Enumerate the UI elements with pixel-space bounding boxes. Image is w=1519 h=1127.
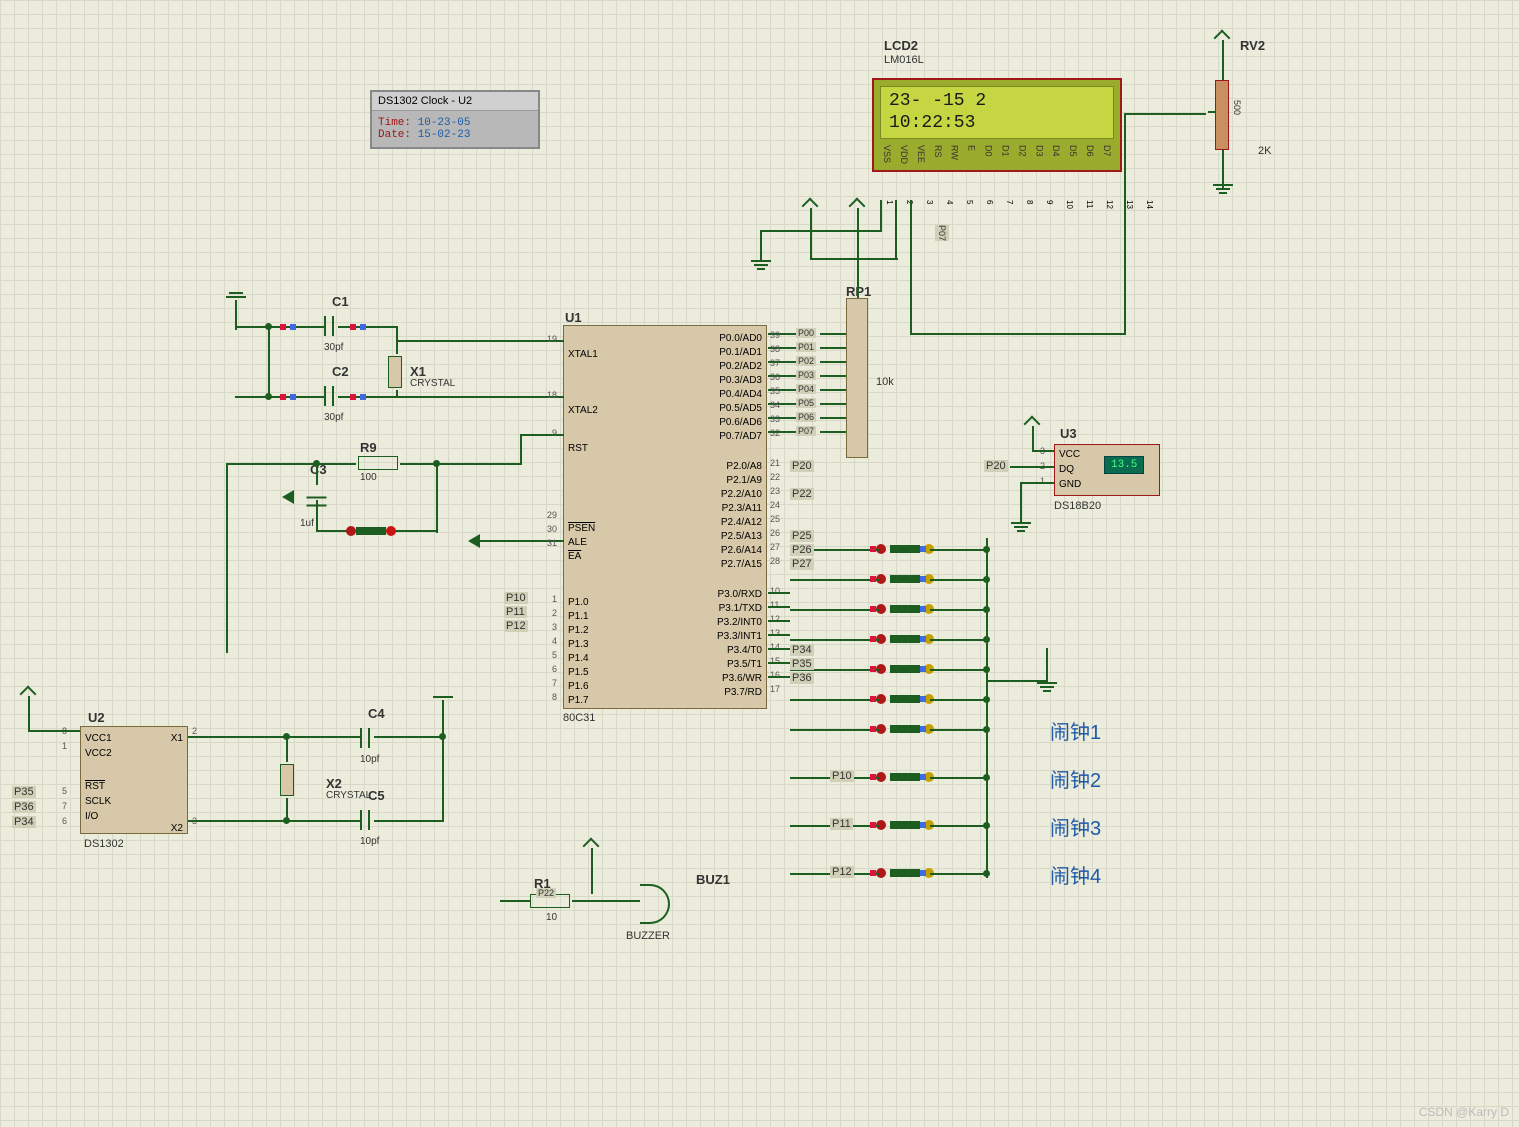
c4-ref: C4 bbox=[368, 706, 385, 721]
c1-val: 30pf bbox=[324, 342, 343, 353]
resistor-pack-rp1[interactable] bbox=[846, 298, 868, 458]
rv2-val: 2K bbox=[1258, 145, 1271, 157]
c1-ref: C1 bbox=[332, 294, 349, 309]
u1-ref: U1 bbox=[565, 310, 582, 325]
net-p27: P27 bbox=[790, 558, 814, 570]
alarm-2: 闹钟2 bbox=[1050, 764, 1101, 793]
u1-part: 80C31 bbox=[563, 712, 595, 724]
c3-val: 1uf bbox=[300, 518, 314, 529]
gnd-x2 bbox=[433, 696, 453, 698]
gnd-u3 bbox=[1011, 522, 1031, 524]
schematic-canvas: DS1302 Clock - U2 Time: 10-23-05 Date: 1… bbox=[0, 0, 1519, 1127]
lcd-part: LM016L bbox=[884, 54, 924, 66]
debug-title: DS1302 Clock - U2 bbox=[372, 92, 538, 111]
c4-val: 10pf bbox=[360, 754, 379, 765]
capacitor-c4[interactable] bbox=[360, 728, 370, 751]
lcd-screen: 23- -15 2 10:22:53 bbox=[880, 86, 1114, 139]
gnd-arrow-ea bbox=[468, 534, 480, 548]
lcd-component[interactable]: 23- -15 2 10:22:53 VSSVDDVEERSRWED0D1D2D… bbox=[872, 78, 1122, 172]
buz-part: BUZZER bbox=[626, 930, 670, 942]
x2-part: CRYSTAL bbox=[326, 790, 371, 801]
lcd-pinnum-row: 1234567891011121314 bbox=[878, 200, 1154, 209]
time-label: Time: bbox=[378, 117, 411, 129]
net-p11: P11 bbox=[504, 606, 527, 618]
buzzer-component[interactable] bbox=[640, 884, 670, 924]
capacitor-c2[interactable] bbox=[324, 386, 334, 409]
u2-ref: U2 bbox=[88, 710, 105, 725]
net-p01: P01 bbox=[796, 342, 816, 352]
c2-ref: C2 bbox=[332, 364, 349, 379]
gnd-arrow-c3 bbox=[282, 490, 294, 504]
net-p12: P12 bbox=[504, 620, 528, 632]
capacitor-c3[interactable] bbox=[304, 497, 327, 507]
alarm-4: 闹钟4 bbox=[1050, 860, 1101, 889]
net-p36: P36 bbox=[12, 801, 36, 813]
u3-part: DS18B20 bbox=[1054, 500, 1101, 512]
c2-val: 30pf bbox=[324, 412, 343, 423]
net-p20: P20 bbox=[790, 460, 814, 472]
r1-val: 10 bbox=[546, 912, 557, 923]
alarm-1: 闹钟1 bbox=[1050, 716, 1101, 745]
watermark: CSDN @Karry D bbox=[1419, 1105, 1509, 1119]
gnd-lcd bbox=[751, 260, 771, 262]
gnd-rv2-1 bbox=[1213, 184, 1233, 186]
net-alarm-p10: P10 bbox=[830, 770, 854, 782]
net-u3-p20: P20 bbox=[984, 460, 1008, 472]
capacitor-c1[interactable] bbox=[324, 316, 334, 339]
net-p05: P05 bbox=[796, 398, 816, 408]
rv2-res: 500 bbox=[1232, 100, 1242, 115]
net-p34: P34 bbox=[790, 644, 814, 656]
x1-ref: X1 bbox=[410, 364, 426, 379]
net-p34: P34 bbox=[12, 816, 36, 828]
date-label: Date: bbox=[378, 129, 411, 141]
date-value: 15-02-23 bbox=[418, 129, 471, 141]
net-p10: P10 bbox=[504, 592, 528, 604]
lcd-line1: 23- -15 2 bbox=[889, 91, 1105, 113]
net-alarm-p12: P12 bbox=[830, 866, 854, 878]
x1-part: CRYSTAL bbox=[410, 378, 455, 389]
net-p36: P36 bbox=[790, 672, 814, 684]
chip-u2[interactable]: VCC1 VCC2 RST SCLK I/O X1 X2 bbox=[80, 726, 188, 834]
temp-display: 13.5 bbox=[1104, 456, 1144, 474]
alarm-3: 闹钟3 bbox=[1050, 812, 1101, 841]
r9-val: 100 bbox=[360, 472, 377, 483]
rp1-val: 10k bbox=[876, 376, 894, 388]
net-p35: P35 bbox=[790, 658, 814, 670]
net-p22: P22 bbox=[790, 488, 814, 500]
buz-ref: BUZ1 bbox=[696, 872, 730, 887]
lcd-ref: LCD2 bbox=[884, 38, 918, 53]
crystal-x1[interactable] bbox=[388, 356, 402, 388]
net-p03: P03 bbox=[796, 370, 816, 380]
lcd-pin-row: VSSVDDVEERSRWED0D1D2D3D4D5D6D7 bbox=[880, 145, 1114, 164]
net-p35: P35 bbox=[12, 786, 36, 798]
net-p07: P07 bbox=[796, 426, 816, 436]
net-p04: P04 bbox=[796, 384, 816, 394]
debug-window[interactable]: DS1302 Clock - U2 Time: 10-23-05 Date: 1… bbox=[370, 90, 540, 149]
c5-val: 10pf bbox=[360, 836, 379, 847]
chip-u1[interactable]: XTAL1XTAL2RSTPSENALEEA P1.0P1.1P1.2P1.3P… bbox=[563, 325, 767, 709]
net-p22-r1: P22 bbox=[536, 888, 556, 898]
reset-button[interactable] bbox=[346, 522, 396, 540]
capacitor-c5[interactable] bbox=[360, 810, 370, 833]
net-p06: P06 bbox=[796, 412, 816, 422]
resistor-r9[interactable] bbox=[358, 456, 398, 470]
u2-part: DS1302 bbox=[84, 838, 124, 850]
gnd-osc bbox=[226, 296, 246, 298]
net-p26: P26 bbox=[790, 544, 814, 556]
potentiometer-rv2[interactable] bbox=[1215, 80, 1229, 150]
x2-ref: X2 bbox=[326, 776, 342, 791]
net-p02: P02 bbox=[796, 356, 816, 366]
time-value: 10-23-05 bbox=[418, 117, 471, 129]
rv2-ref: RV2 bbox=[1240, 38, 1265, 53]
net-p00: P00 bbox=[796, 328, 816, 338]
net-p25: P25 bbox=[790, 530, 814, 542]
u3-ref: U3 bbox=[1060, 426, 1077, 441]
r9-ref: R9 bbox=[360, 440, 377, 455]
gnd-buttons bbox=[1037, 682, 1057, 684]
lcd-line2: 10:22:53 bbox=[889, 113, 1105, 135]
crystal-x2[interactable] bbox=[280, 764, 294, 796]
net-alarm-p11: P11 bbox=[830, 818, 853, 830]
